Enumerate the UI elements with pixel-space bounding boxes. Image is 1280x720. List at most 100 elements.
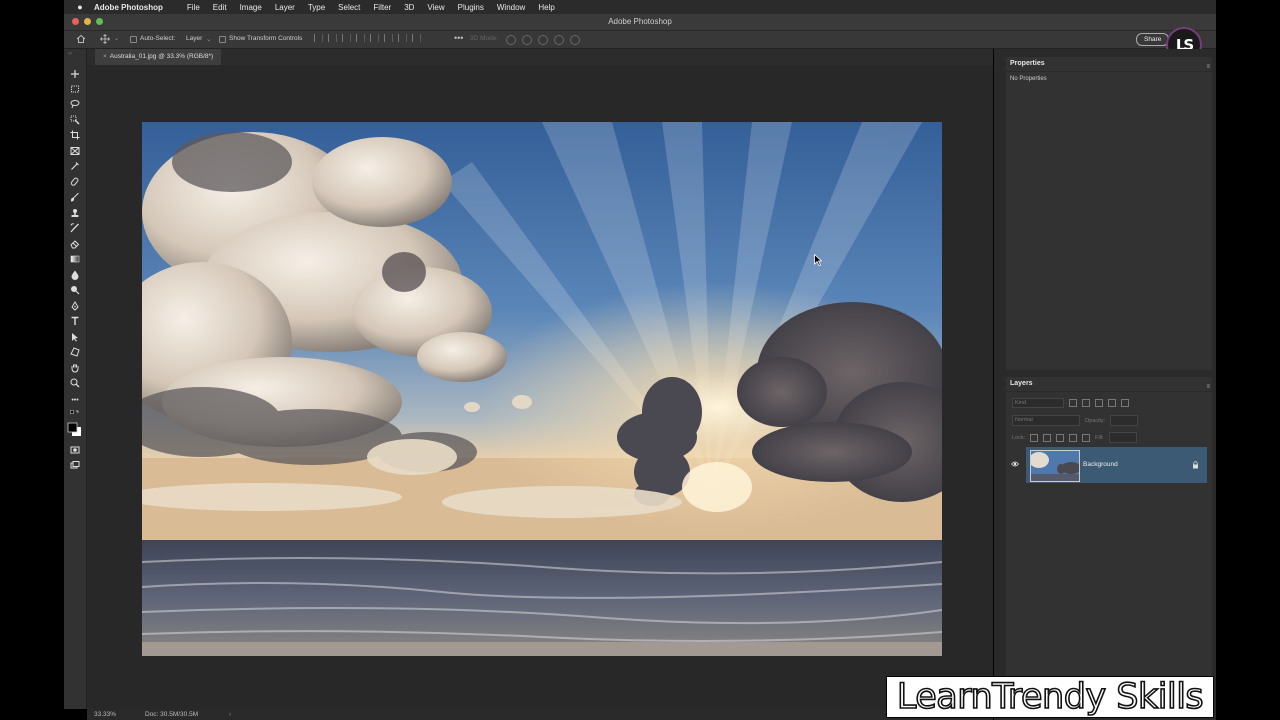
blend-mode-dropdown[interactable]: Normal (1012, 415, 1080, 426)
gradient-tool-icon[interactable] (70, 254, 80, 264)
chevron-down-icon[interactable]: ⌄ (114, 35, 119, 42)
align-left-icon[interactable] (314, 34, 323, 42)
menu-view[interactable]: View (427, 3, 444, 12)
move-tool-icon[interactable] (100, 34, 110, 44)
menu-type[interactable]: Type (308, 3, 325, 12)
opacity-label: Opacity: (1085, 417, 1106, 424)
menu-help[interactable]: Help (538, 3, 554, 12)
menu-select[interactable]: Select (338, 3, 360, 12)
status-menu-arrow[interactable]: › (229, 709, 231, 720)
menu-window[interactable]: Window (497, 3, 525, 12)
align-top-icon[interactable] (370, 34, 379, 42)
show-transform-checkbox[interactable] (219, 36, 226, 43)
distribute-vertical-icon[interactable] (412, 34, 421, 42)
zoom-tool-icon[interactable] (70, 378, 80, 388)
menu-3d[interactable]: 3D (404, 3, 414, 12)
distribute-icon[interactable] (356, 34, 365, 42)
crop-tool-icon[interactable] (70, 130, 80, 140)
fill-field[interactable] (1108, 432, 1137, 443)
document-image[interactable] (142, 122, 942, 656)
history-brush-tool-icon[interactable] (70, 223, 80, 233)
apple-icon[interactable]: ● (74, 2, 86, 12)
color-swatches-icon[interactable] (67, 422, 83, 438)
path-selection-tool-icon[interactable] (70, 332, 80, 342)
align-middle-icon[interactable] (384, 34, 393, 42)
filter-adjustment-icon[interactable] (1082, 399, 1090, 407)
hand-tool-icon[interactable] (70, 363, 80, 373)
menu-filter[interactable]: Filter (373, 3, 391, 12)
orbit-3d-icon[interactable] (506, 35, 516, 45)
panel-menu-icon[interactable]: ≡ (1206, 380, 1210, 394)
blend-row: Normal Opacity: (1012, 415, 1139, 426)
scale-3d-icon[interactable] (570, 35, 580, 45)
lock-pixels-icon[interactable] (1043, 433, 1052, 442)
letterbox-right (1216, 0, 1280, 720)
pan-3d-icon[interactable] (538, 35, 548, 45)
document-size: Doc: 30.5M/30.5M (145, 711, 199, 718)
lock-label: Lock: (1012, 434, 1026, 441)
lock-icon[interactable] (1192, 461, 1199, 469)
default-colors-icon[interactable] (70, 410, 80, 420)
filter-shape-icon[interactable] (1108, 399, 1116, 407)
pen-tool-icon[interactable] (70, 301, 80, 311)
move-tool-icon[interactable] (70, 69, 80, 79)
eye-icon[interactable] (1011, 461, 1019, 467)
lock-artboard-icon[interactable] (1069, 433, 1078, 442)
letterbox-left (0, 0, 64, 720)
frame-tool-icon[interactable] (70, 146, 80, 156)
align-center-icon[interactable] (328, 34, 337, 42)
quick-mask-icon[interactable] (70, 445, 80, 455)
brush-tool-icon[interactable] (70, 192, 80, 202)
panel-menu-icon[interactable]: ≡ (1206, 60, 1210, 74)
lock-transparency-icon[interactable] (1030, 433, 1039, 442)
layer-row-background[interactable]: Background (1011, 447, 1207, 483)
properties-panel: Properties ≡ No Properties (1006, 57, 1212, 370)
properties-panel-header[interactable]: Properties ≡ (1006, 57, 1212, 72)
layer-name[interactable]: Background (1083, 461, 1118, 468)
window-titlebar: Adobe Photoshop (64, 14, 1216, 31)
document-tab[interactable]: × Australia_01.jpg @ 33.3% (RGB/8*) (95, 49, 222, 65)
dodge-tool-icon[interactable] (70, 285, 80, 295)
clone-stamp-tool-icon[interactable] (70, 208, 80, 218)
screen-mode-icon[interactable] (70, 460, 80, 470)
marquee-tool-icon[interactable] (70, 84, 80, 94)
menu-edit[interactable]: Edit (213, 3, 227, 12)
zoom-level[interactable]: 33.33% (94, 709, 116, 720)
align-bottom-icon[interactable] (398, 34, 407, 42)
roll-3d-icon[interactable] (522, 35, 532, 45)
eraser-tool-icon[interactable] (70, 239, 80, 249)
more-tools-icon[interactable]: ••• (70, 395, 80, 405)
opacity-field[interactable] (1110, 415, 1139, 426)
shape-tool-icon[interactable] (70, 347, 80, 357)
filter-smartobject-icon[interactable] (1121, 399, 1129, 407)
mode-3d-tools (506, 35, 580, 45)
share-button[interactable]: Share (1136, 33, 1170, 46)
layers-panel-header[interactable]: Layers ≡ (1006, 377, 1212, 392)
lock-all-icon[interactable] (1082, 433, 1091, 442)
eyedropper-tool-icon[interactable] (70, 161, 80, 171)
menu-image[interactable]: Image (240, 3, 262, 12)
healing-brush-tool-icon[interactable] (70, 177, 80, 187)
home-icon[interactable] (76, 34, 86, 44)
filter-pixel-icon[interactable] (1069, 399, 1077, 407)
layer-kind-filter[interactable]: Kind (1012, 398, 1064, 408)
align-right-icon[interactable] (342, 34, 351, 42)
lock-position-icon[interactable] (1056, 433, 1065, 442)
app-menu[interactable]: Adobe Photoshop (94, 3, 163, 12)
close-tab-icon[interactable]: × (103, 53, 107, 60)
object-selection-tool-icon[interactable] (70, 115, 80, 125)
panel-grip-icon[interactable]: ›› (68, 51, 82, 57)
blur-tool-icon[interactable] (70, 270, 80, 280)
menu-file[interactable]: File (187, 3, 200, 12)
auto-select-dropdown[interactable]: Layer (186, 35, 202, 42)
filter-type-icon[interactable] (1095, 399, 1103, 407)
menu-plugins[interactable]: Plugins (458, 3, 484, 12)
type-tool-icon[interactable] (70, 316, 80, 326)
chevron-down-icon[interactable]: ⌄ (206, 35, 211, 43)
menu-layer[interactable]: Layer (275, 3, 295, 12)
lasso-tool-icon[interactable] (70, 99, 80, 109)
more-options-icon[interactable]: ••• (454, 33, 463, 43)
auto-select-checkbox[interactable] (130, 36, 137, 43)
mouse-cursor-icon (814, 254, 822, 266)
slide-3d-icon[interactable] (554, 35, 564, 45)
